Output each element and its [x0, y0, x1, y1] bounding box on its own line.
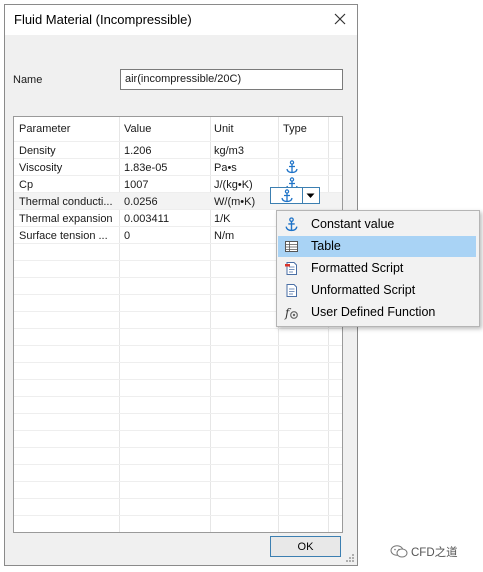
title-bar: Fluid Material (Incompressible) — [5, 5, 357, 35]
header-parameter[interactable]: Parameter — [19, 123, 70, 135]
header-type[interactable]: Type — [283, 123, 307, 135]
close-icon — [334, 13, 346, 25]
option-label: User Defined Function — [311, 305, 436, 319]
name-input[interactable]: air(incompressible/20C) — [120, 69, 343, 90]
option-user-defined-function[interactable]: f User Defined Function — [278, 302, 476, 323]
combo-dropdown-button[interactable] — [302, 188, 319, 203]
table-row-density-value[interactable]: 1.206 — [124, 145, 152, 157]
table-row-cp-value[interactable]: 1007 — [124, 179, 148, 191]
table-row-viscosity-param[interactable]: Viscosity — [19, 162, 117, 174]
watermark-text: CFD之道 — [411, 547, 458, 559]
option-label: Unformatted Script — [311, 283, 416, 297]
watermark: CFD之道 — [388, 543, 480, 559]
function-icon: f — [284, 306, 298, 320]
table-row-density-param[interactable]: Density — [19, 145, 117, 157]
option-formatted-script[interactable]: Formatted Script — [278, 258, 476, 279]
resize-grip-icon[interactable] — [345, 553, 355, 563]
anchor-icon — [285, 217, 298, 232]
wechat-icon — [390, 545, 408, 558]
option-label: Constant value — [311, 217, 395, 231]
table-row-viscosity-unit: Pa•s — [214, 162, 237, 174]
table-row-viscosity-value[interactable]: 1.83e-05 — [124, 162, 167, 174]
table-row-surface-tension-value[interactable]: 0 — [124, 230, 130, 242]
table-row-surface-tension-param[interactable]: Surface tension ... — [19, 230, 117, 242]
table-row-thermal-conductivity-value[interactable]: 0.0256 — [124, 196, 158, 208]
table-icon — [285, 241, 298, 252]
formatted-script-icon — [285, 262, 297, 275]
option-label: Table — [311, 239, 341, 253]
option-label: Formatted Script — [311, 261, 404, 275]
chevron-down-icon — [306, 193, 315, 198]
option-constant-value[interactable]: Constant value — [278, 214, 476, 235]
type-dropdown-list: Constant value Table Formatted Script Un… — [276, 210, 480, 327]
anchor-icon[interactable] — [285, 160, 299, 174]
table-row-thermal-expansion-value[interactable]: 0.003411 — [124, 213, 169, 225]
table-row-cp-unit: J/(kg•K) — [214, 179, 253, 191]
table-row-thermal-conductivity-unit: W/(m•K) — [214, 196, 256, 208]
document-icon — [286, 284, 297, 297]
table-row-thermal-expansion-param[interactable]: Thermal expansion — [19, 213, 117, 225]
table-row-thermal-expansion-unit: 1/K — [214, 213, 231, 225]
window-title: Fluid Material (Incompressible) — [14, 12, 192, 27]
table-row-surface-tension-unit: N/m — [214, 230, 235, 242]
table-row-cp-param[interactable]: Cp — [19, 179, 117, 191]
type-combo-box[interactable] — [270, 187, 320, 204]
name-label: Name — [13, 74, 43, 86]
table-row-thermal-conductivity-param[interactable]: Thermal conducti... — [19, 196, 117, 208]
ok-button[interactable]: OK — [270, 536, 341, 557]
option-table[interactable]: Table — [278, 236, 476, 257]
table-row-density-unit: kg/m3 — [214, 145, 244, 157]
close-button[interactable] — [329, 8, 351, 30]
header-unit[interactable]: Unit — [214, 123, 234, 135]
header-value[interactable]: Value — [124, 123, 151, 135]
anchor-icon — [281, 189, 293, 203]
option-unformatted-script[interactable]: Unformatted Script — [278, 280, 476, 301]
table-header: Parameter Value Unit Type — [14, 117, 342, 141]
